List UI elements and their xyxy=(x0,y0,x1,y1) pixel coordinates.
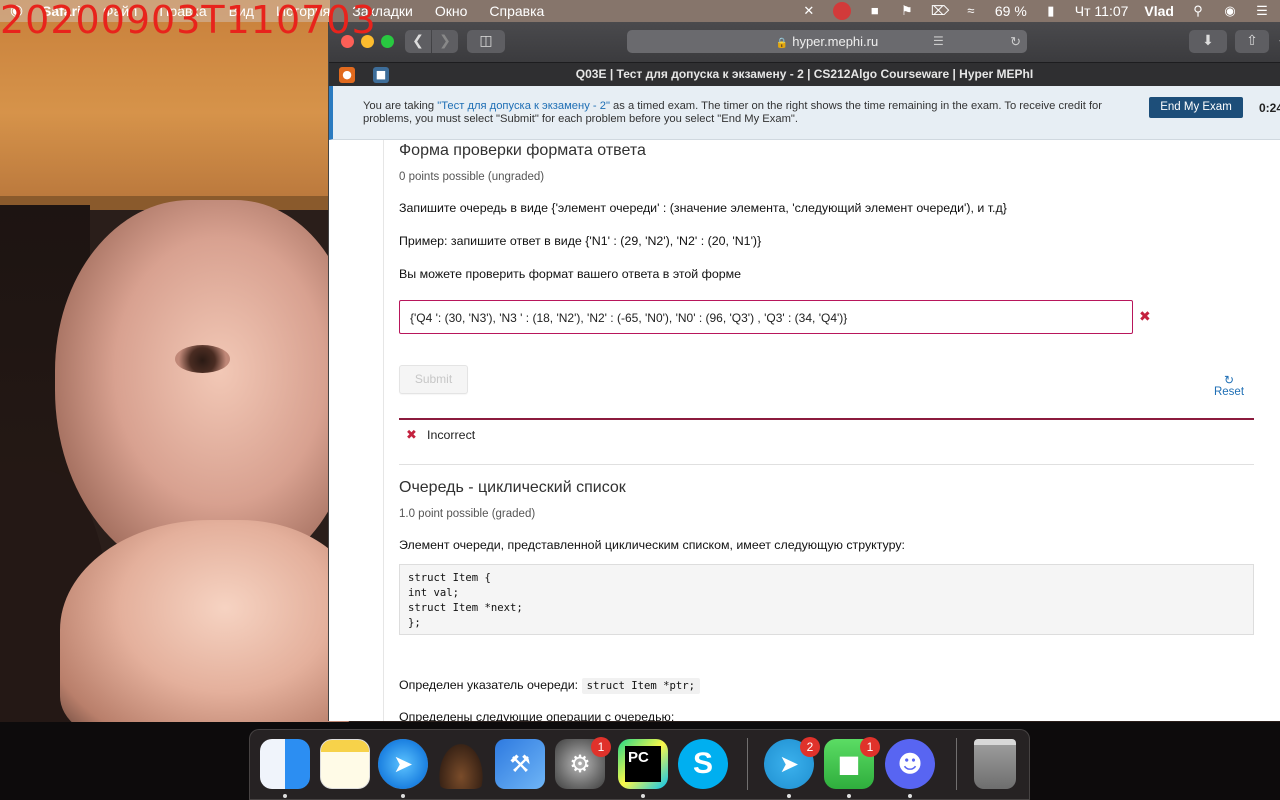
pen-icon[interactable]: ✕ xyxy=(801,4,817,18)
reset-button[interactable]: ↻ Reset xyxy=(1202,374,1256,398)
notification-icon[interactable] xyxy=(832,2,851,20)
user-name[interactable]: Vlad xyxy=(1144,3,1174,19)
incorrect-icon: ✖ xyxy=(1139,309,1151,325)
problem1-example: Пример: запишите ответ в виде {'N1' : (2… xyxy=(399,234,762,248)
content-gutter xyxy=(383,140,384,721)
feedback-banner: ✖ Incorrect xyxy=(399,418,1254,448)
problem1-title: Форма проверки формата ответа xyxy=(399,142,646,159)
code-line: struct Item *next; xyxy=(408,602,523,614)
feedback-text: Incorrect xyxy=(427,428,476,442)
facetime-icon[interactable]: ■ 1 xyxy=(824,737,880,789)
wifi-icon[interactable]: ≈ xyxy=(963,4,979,18)
back-button[interactable]: ❮ xyxy=(405,30,431,53)
menu-window[interactable]: Окно xyxy=(435,3,468,19)
system-preferences-icon[interactable]: ⚙ 1 xyxy=(555,737,611,789)
person-arm xyxy=(60,520,360,740)
submit-button[interactable]: Submit xyxy=(399,365,468,394)
menu-help[interactable]: Справка xyxy=(489,3,544,19)
problem1-hint: Вы можете проверить формат вашего ответа… xyxy=(399,267,742,281)
downloads-button[interactable]: ⬇ xyxy=(1189,30,1227,53)
problem2-operations-label: Определены следующие операции с очередью… xyxy=(399,710,675,721)
running-indicator xyxy=(787,794,791,798)
dock-separator xyxy=(956,738,957,790)
exam-timer: 0:24: xyxy=(1259,101,1280,115)
lock-icon: 🔒 xyxy=(775,38,789,49)
exam-message-prefix: You are taking xyxy=(363,100,438,112)
person-eye xyxy=(175,345,230,373)
problem2-pointer-line: Определен указатель очереди: struct Item… xyxy=(399,678,1254,694)
notes-icon[interactable] xyxy=(320,739,370,789)
pointer-code: struct Item *ptr; xyxy=(581,678,701,694)
address-bar[interactable]: ☰ 🔒 hyper.mephi.ru ↻ xyxy=(627,30,1027,53)
code-line: int val; xyxy=(408,587,460,599)
running-indicator xyxy=(283,794,287,798)
pycharm-icon[interactable]: PC xyxy=(618,739,668,789)
siri-icon[interactable]: ◉ xyxy=(1222,4,1238,18)
prefs-badge: 1 xyxy=(591,737,611,757)
facetime-badge: 1 xyxy=(860,737,880,757)
telegram-badge: 2 xyxy=(800,737,820,757)
dock: ➤ ⚒ ⚙ 1 PC S ➤ 2 ■ 1 ☻ xyxy=(249,729,1030,800)
compass-icon: ➤ xyxy=(392,750,414,778)
problem-divider xyxy=(399,464,1254,465)
pycharm-logo: PC xyxy=(625,746,661,782)
new-tab-button[interactable]: + xyxy=(1274,30,1280,53)
trash-icon[interactable] xyxy=(974,739,1016,789)
end-exam-button[interactable]: End My Exam xyxy=(1149,97,1243,118)
spotlight-icon[interactable]: ⚲ xyxy=(1190,4,1206,18)
chat-icon[interactable]: ■ xyxy=(867,4,883,18)
page-content: Форма проверки формата ответа 0 points p… xyxy=(329,140,1280,721)
browser-toolbar: ❮ ❯ ◫ ☰ 🔒hyper.mephi.ru ↻ ⬇ ⇧ + xyxy=(329,22,1280,62)
safari-icon[interactable]: ➤ xyxy=(378,739,428,789)
reset-icon: ↻ xyxy=(1223,373,1235,387)
answer-input[interactable]: {'Q4 ': (30, 'N3'), 'N3 ' : (18, 'N2'), … xyxy=(399,300,1133,334)
exam-link[interactable]: "Тест для допуска к экзамену - 2" xyxy=(437,100,610,112)
bluetooth-icon[interactable]: ⌦ xyxy=(931,4,949,18)
sidebar-toggle-button[interactable]: ◫ xyxy=(467,30,505,53)
garageband-icon[interactable] xyxy=(436,739,486,789)
hammer-icon: ⚒ xyxy=(509,750,531,778)
finder-icon[interactable] xyxy=(260,739,310,789)
problem1-instruction: Запишите очередь в виде {'элемент очеред… xyxy=(399,201,1007,215)
code-line: }; xyxy=(408,617,421,629)
share-button[interactable]: ⇧ xyxy=(1235,30,1269,53)
fullscreen-window-button[interactable] xyxy=(381,35,394,48)
reader-icon[interactable]: ☰ xyxy=(933,34,944,49)
running-indicator xyxy=(847,794,851,798)
exam-banner: You are taking "Тест для допуска к экзам… xyxy=(329,86,1280,140)
exam-message: You are taking "Тест для допуска к экзам… xyxy=(363,100,1103,126)
running-indicator xyxy=(401,794,405,798)
dock-separator xyxy=(747,738,748,790)
safari-window: ❮ ❯ ◫ ☰ 🔒hyper.mephi.ru ↻ ⬇ ⇧ + ● ■ Q03E… xyxy=(328,22,1280,721)
battery-percent[interactable]: 69 % xyxy=(995,3,1027,19)
running-indicator xyxy=(908,794,912,798)
active-tab-title[interactable]: Q03E | Тест для допуска к экзамену - 2 |… xyxy=(329,67,1280,81)
discord-logo-icon: ☻ xyxy=(897,750,923,778)
tab-bar: ● ■ Q03E | Тест для допуска к экзамену -… xyxy=(329,62,1280,86)
clock[interactable]: Чт 11:07 xyxy=(1075,3,1129,19)
problem2-intro: Элемент очереди, представленной цикличес… xyxy=(399,538,905,552)
pointer-label: Определен указатель очереди: xyxy=(399,678,579,692)
skype-icon[interactable]: S xyxy=(678,739,728,789)
timestamp-overlay: 20200903T110703 xyxy=(0,0,377,42)
problem2-points: 1.0 point possible (graded) xyxy=(399,508,536,520)
running-indicator xyxy=(641,794,645,798)
xcode-icon[interactable]: ⚒ xyxy=(495,739,545,789)
telegram-icon[interactable]: ➤ 2 xyxy=(764,737,820,789)
incorrect-feedback-icon: ✖ xyxy=(406,428,417,443)
battery-icon[interactable]: ▮ xyxy=(1043,4,1059,18)
reset-label: Reset xyxy=(1213,386,1245,398)
reload-icon[interactable]: ↻ xyxy=(1010,30,1021,53)
code-block: struct Item { int val; struct Item *next… xyxy=(399,564,1254,635)
control-center-icon[interactable]: ☰ xyxy=(1254,4,1270,18)
code-line: struct Item { xyxy=(408,572,491,584)
problem1-points: 0 points possible (ungraded) xyxy=(399,171,545,183)
discord-icon[interactable]: ☻ xyxy=(885,739,935,789)
url-text: hyper.mephi.ru xyxy=(792,34,879,49)
flag-icon[interactable]: ⚑ xyxy=(899,4,915,18)
problem2-title: Очередь - циклический список xyxy=(399,479,626,496)
forward-button[interactable]: ❯ xyxy=(432,30,458,53)
